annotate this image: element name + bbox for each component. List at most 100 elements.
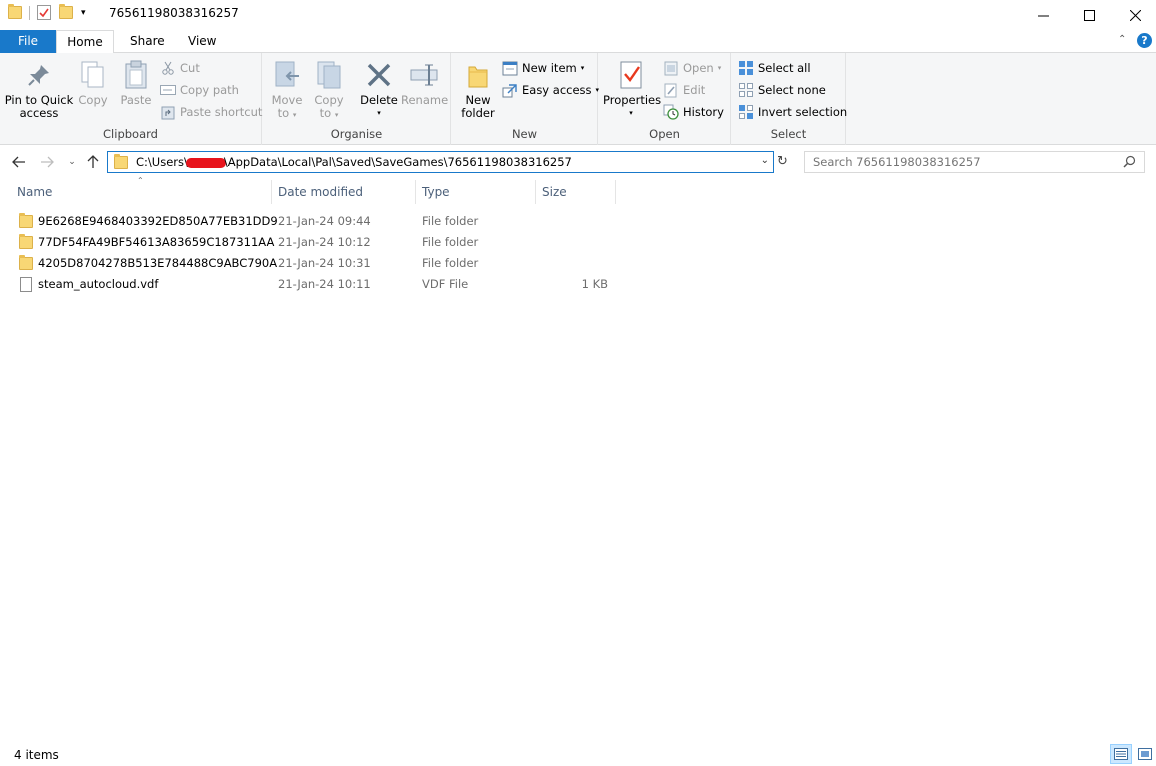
address-path[interactable]: C:\Users\ \AppData\Local\Pal\Saved\SaveGa… (136, 155, 572, 169)
window-title: 76561198038316257 (109, 6, 239, 20)
copy-to-button[interactable]: Copy to ▾ (311, 59, 347, 122)
rename-button[interactable]: Rename (401, 59, 449, 107)
invert-selection-button[interactable]: Invert selection (738, 102, 847, 122)
address-bar[interactable]: C:\Users\ \AppData\Local\Pal\Saved\SaveGa… (107, 151, 774, 173)
file-name: 77DF54FA49BF54613A83659C187311AA (38, 235, 275, 249)
file-row[interactable]: 9E6268E9468403392ED850A77EB31DD9 21-Jan-… (14, 211, 615, 232)
maximize-button[interactable] (1066, 0, 1112, 30)
forward-button[interactable] (37, 152, 57, 172)
refresh-icon[interactable]: ↻ (777, 154, 788, 169)
delete-button[interactable]: Delete ▾ (359, 59, 399, 120)
easy-access-button[interactable]: Easy access ▾ (502, 80, 599, 100)
select-group: Select all Select none Invert selection … (732, 53, 847, 145)
file-name: 4205D8704278B513E784488C9ABC790A (38, 256, 278, 270)
column-header-type[interactable]: Type (422, 180, 450, 204)
open-group: Properties ▾ Open ▾ Edit History Open (599, 53, 731, 145)
column-divider[interactable] (535, 180, 536, 204)
scissors-icon (160, 60, 176, 76)
tab-share[interactable]: Share (118, 30, 177, 53)
pin-label-line2: access (19, 106, 59, 120)
select-none-icon (738, 82, 754, 98)
move-to-button[interactable]: Move to ▾ (269, 59, 305, 122)
search-icon[interactable] (1123, 155, 1136, 171)
recent-locations-dropdown[interactable]: ⌄ (62, 152, 82, 172)
clipboard-group: Pin to Quick access Copy Paste Cut Copy … (0, 53, 262, 145)
history-button[interactable]: History (663, 102, 724, 122)
invert-selection-label: Invert selection (758, 105, 848, 119)
paste-button[interactable]: Paste (117, 59, 155, 107)
new-folder-icon[interactable] (59, 4, 73, 19)
status-item-count: 4 items (14, 748, 59, 762)
easy-access-label: Easy access (522, 83, 592, 97)
column-divider[interactable] (615, 180, 616, 204)
collapse-ribbon-icon[interactable]: ⌃ (1118, 34, 1126, 45)
delete-dropdown-icon[interactable]: ▾ (359, 107, 399, 120)
properties-icon (615, 59, 647, 91)
properties-icon[interactable] (37, 5, 51, 20)
easy-access-icon (502, 82, 518, 98)
file-row[interactable]: 4205D8704278B513E784488C9ABC790A 21-Jan-… (14, 253, 615, 274)
large-icons-view-button[interactable] (1134, 744, 1156, 764)
file-name: 9E6268E9468403392ED850A77EB31DD9 (38, 214, 278, 228)
redacted-username (185, 157, 226, 168)
select-all-icon (738, 60, 754, 76)
column-divider[interactable] (415, 180, 416, 204)
tab-view[interactable]: View (176, 30, 228, 53)
copy-path-button[interactable]: Copy path (160, 80, 239, 100)
properties-dropdown-icon[interactable]: ▾ (603, 107, 659, 120)
paste-label: Paste (120, 93, 152, 107)
column-header-size[interactable]: Size (542, 180, 567, 204)
paste-shortcut-label: Paste shortcut (180, 105, 263, 119)
cut-button[interactable]: Cut (160, 58, 200, 78)
search-box[interactable] (804, 151, 1145, 173)
file-icon (20, 277, 32, 292)
search-input[interactable] (813, 152, 1113, 172)
paste-shortcut-button[interactable]: Paste shortcut (160, 102, 262, 122)
new-item-dropdown-icon: ▾ (580, 64, 585, 72)
new-item-icon (502, 60, 518, 76)
folder-icon (8, 4, 22, 19)
file-row[interactable]: 77DF54FA49BF54613A83659C187311AA 21-Jan-… (14, 232, 615, 253)
sort-arrow-icon: ⌃ (137, 176, 144, 185)
new-folder-button[interactable]: New folder (458, 59, 498, 120)
close-button[interactable] (1112, 0, 1156, 30)
file-type: File folder (422, 214, 479, 228)
tab-home[interactable]: Home (56, 30, 114, 54)
address-dropdown-icon[interactable]: ⌄ (761, 155, 769, 166)
column-header-name[interactable]: Name (17, 180, 52, 204)
edit-button[interactable]: Edit (663, 80, 705, 100)
folder-icon (114, 153, 128, 169)
back-button[interactable] (9, 152, 29, 172)
pin-to-quick-access-button[interactable]: Pin to Quick access (4, 59, 74, 120)
select-none-label: Select none (758, 83, 826, 97)
open-dropdown-icon: ▾ (717, 64, 722, 72)
invert-selection-icon (738, 104, 754, 120)
help-icon[interactable]: ? (1137, 33, 1152, 48)
minimize-button[interactable] (1020, 0, 1066, 30)
copy-button[interactable]: Copy (76, 59, 110, 107)
select-all-label: Select all (758, 61, 811, 75)
column-divider[interactable] (271, 180, 272, 204)
tab-file[interactable]: File (0, 30, 56, 53)
properties-button[interactable]: Properties ▾ (603, 59, 661, 120)
details-view-button[interactable] (1110, 744, 1132, 764)
history-icon (663, 104, 679, 120)
paste-shortcut-icon (160, 104, 176, 120)
up-button[interactable] (83, 152, 103, 172)
title-bar: ▾ 76561198038316257 (0, 0, 1156, 30)
copy-to-icon (313, 59, 345, 91)
new-item-button[interactable]: New item ▾ (502, 58, 584, 78)
select-none-button[interactable]: Select none (738, 80, 826, 100)
open-group-label: Open (649, 127, 680, 141)
select-all-button[interactable]: Select all (738, 58, 811, 78)
column-header-date-modified[interactable]: Date modified (278, 180, 363, 204)
cut-label: Cut (180, 61, 200, 75)
file-name: steam_autocloud.vdf (38, 277, 159, 291)
copy-path-label: Copy path (180, 83, 239, 97)
file-type: VDF File (422, 277, 469, 291)
rename-label: Rename (401, 93, 449, 107)
file-row[interactable]: steam_autocloud.vdf 21-Jan-24 10:11 VDF … (14, 274, 615, 295)
customize-dropdown-icon[interactable]: ▾ (81, 8, 86, 18)
clipboard-group-label: Clipboard (103, 127, 158, 141)
open-button[interactable]: Open ▾ (663, 58, 721, 78)
